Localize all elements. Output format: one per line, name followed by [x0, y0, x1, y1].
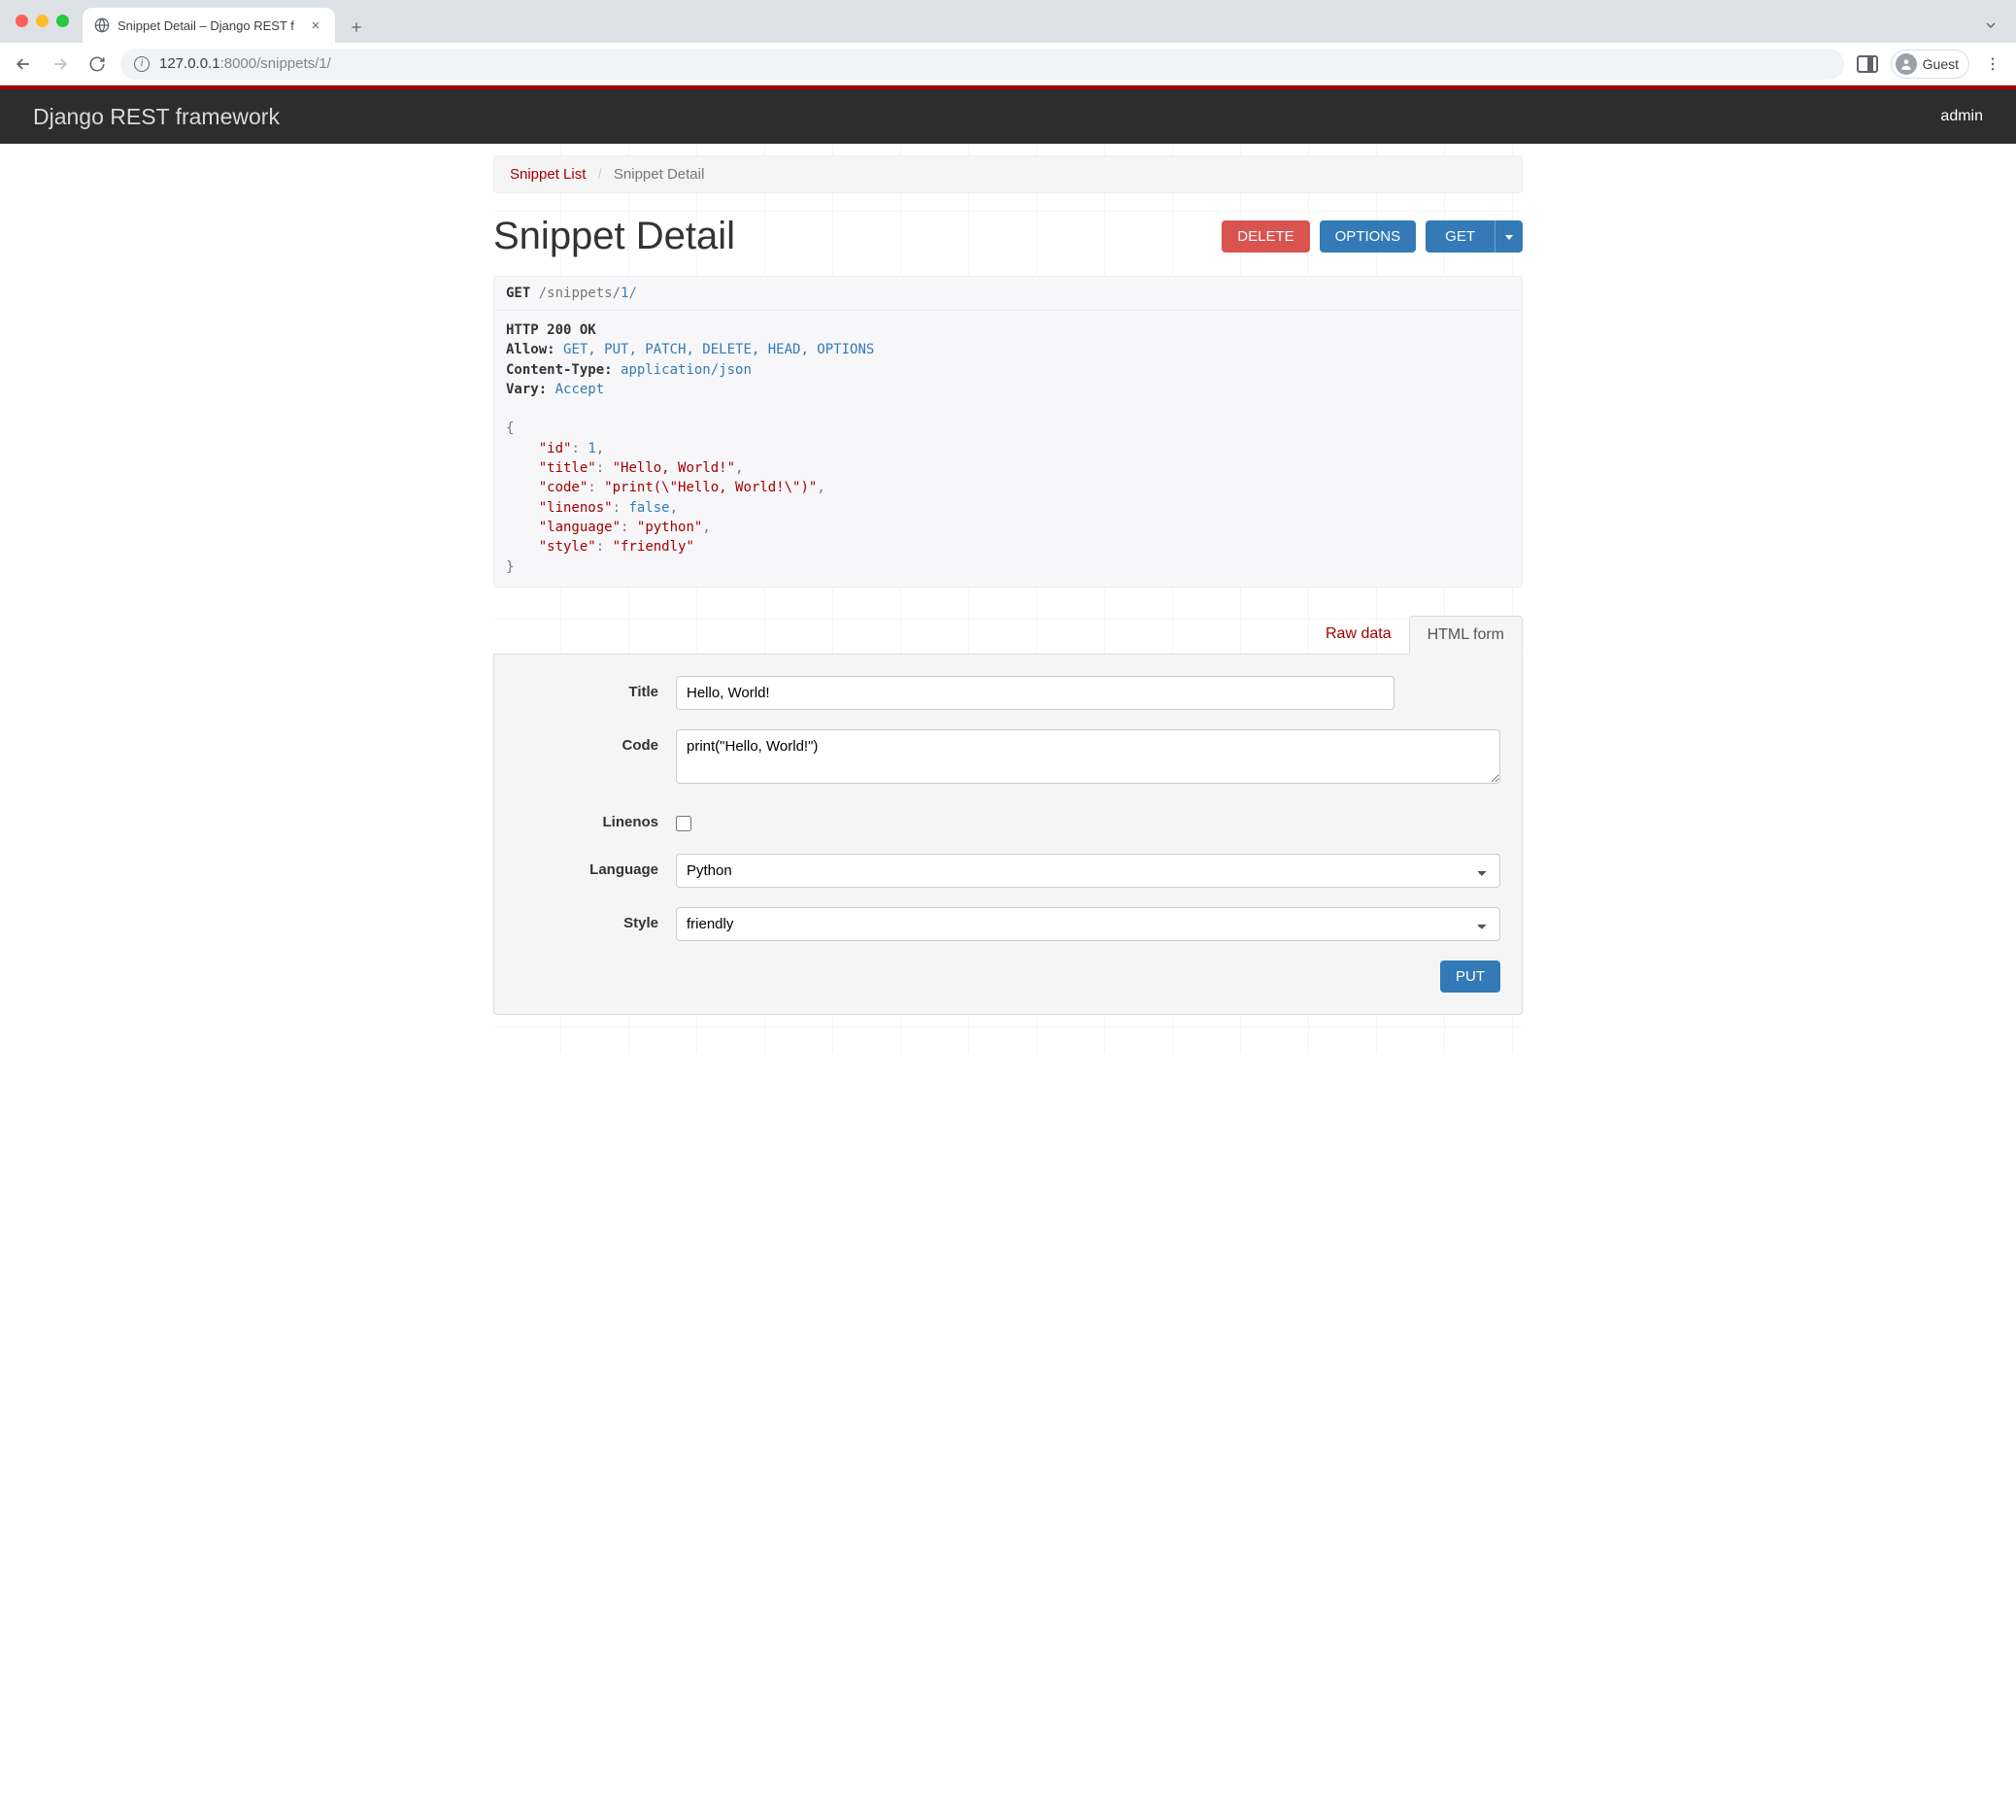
- kebab-menu-button[interactable]: [1979, 51, 2006, 78]
- minimize-window-icon[interactable]: [36, 15, 49, 27]
- app-header: Django REST framework admin: [0, 89, 2016, 144]
- title-input[interactable]: [676, 676, 1394, 710]
- browser-tab[interactable]: Snippet Detail – Django REST f: [83, 8, 335, 43]
- get-button-dropdown[interactable]: [1495, 220, 1523, 253]
- breadcrumb-current: Snippet Detail: [614, 166, 704, 183]
- brand-link[interactable]: Django REST framework: [33, 104, 280, 130]
- fullscreen-window-icon[interactable]: [56, 15, 69, 27]
- linenos-checkbox[interactable]: [676, 816, 691, 831]
- request-line: GET /snippets/1/: [494, 277, 1522, 311]
- breadcrumb-root[interactable]: Snippet List: [510, 166, 586, 183]
- style-select[interactable]: friendly: [676, 907, 1500, 941]
- address-bar[interactable]: i 127.0.0.1:8000/snippets/1/: [120, 49, 1844, 80]
- language-select[interactable]: Python: [676, 854, 1500, 888]
- back-button[interactable]: [10, 51, 37, 78]
- code-label: Code: [516, 729, 676, 754]
- tab-list-button[interactable]: [1983, 17, 1999, 33]
- get-button[interactable]: GET: [1426, 220, 1523, 253]
- close-tab-icon[interactable]: [308, 17, 323, 33]
- side-panel-button[interactable]: [1854, 51, 1881, 78]
- tab-title: Snippet Detail – Django REST f: [118, 18, 300, 33]
- window-controls[interactable]: [16, 15, 69, 27]
- new-tab-button[interactable]: [343, 19, 370, 35]
- profile-label: Guest: [1923, 56, 1959, 72]
- close-window-icon[interactable]: [16, 15, 28, 27]
- breadcrumb-sep: /: [598, 166, 602, 183]
- response-body: HTTP 200 OK Allow: GET, PUT, PATCH, DELE…: [494, 311, 1522, 587]
- code-textarea[interactable]: [676, 729, 1500, 784]
- get-button-label: GET: [1426, 220, 1495, 253]
- put-button[interactable]: PUT: [1440, 961, 1500, 993]
- title-label: Title: [516, 676, 676, 700]
- language-label: Language: [516, 854, 676, 878]
- breadcrumb: Snippet List / Snippet Detail: [493, 155, 1523, 193]
- html-form: Title Code Linenos Language Python Style…: [493, 655, 1523, 1015]
- forward-button[interactable]: [47, 51, 74, 78]
- delete-button[interactable]: DELETE: [1222, 220, 1309, 253]
- reload-button[interactable]: [84, 51, 111, 78]
- tab-html-form[interactable]: HTML form: [1409, 616, 1523, 655]
- avatar-icon: [1896, 53, 1917, 75]
- tab-raw-data[interactable]: Raw data: [1308, 616, 1409, 655]
- url-text: 127.0.0.1:8000/snippets/1/: [159, 55, 331, 72]
- options-button[interactable]: OPTIONS: [1320, 220, 1417, 253]
- form-tabs: Raw data HTML form: [493, 615, 1523, 655]
- linenos-label: Linenos: [516, 806, 676, 830]
- user-menu[interactable]: admin: [1940, 108, 1983, 125]
- site-info-icon[interactable]: i: [134, 56, 150, 72]
- style-label: Style: [516, 907, 676, 931]
- caret-down-icon: [1505, 235, 1513, 240]
- page-title: Snippet Detail: [493, 215, 735, 258]
- response-panel: GET /snippets/1/ HTTP 200 OK Allow: GET,…: [493, 276, 1523, 588]
- profile-button[interactable]: Guest: [1891, 50, 1969, 79]
- globe-icon: [94, 17, 110, 33]
